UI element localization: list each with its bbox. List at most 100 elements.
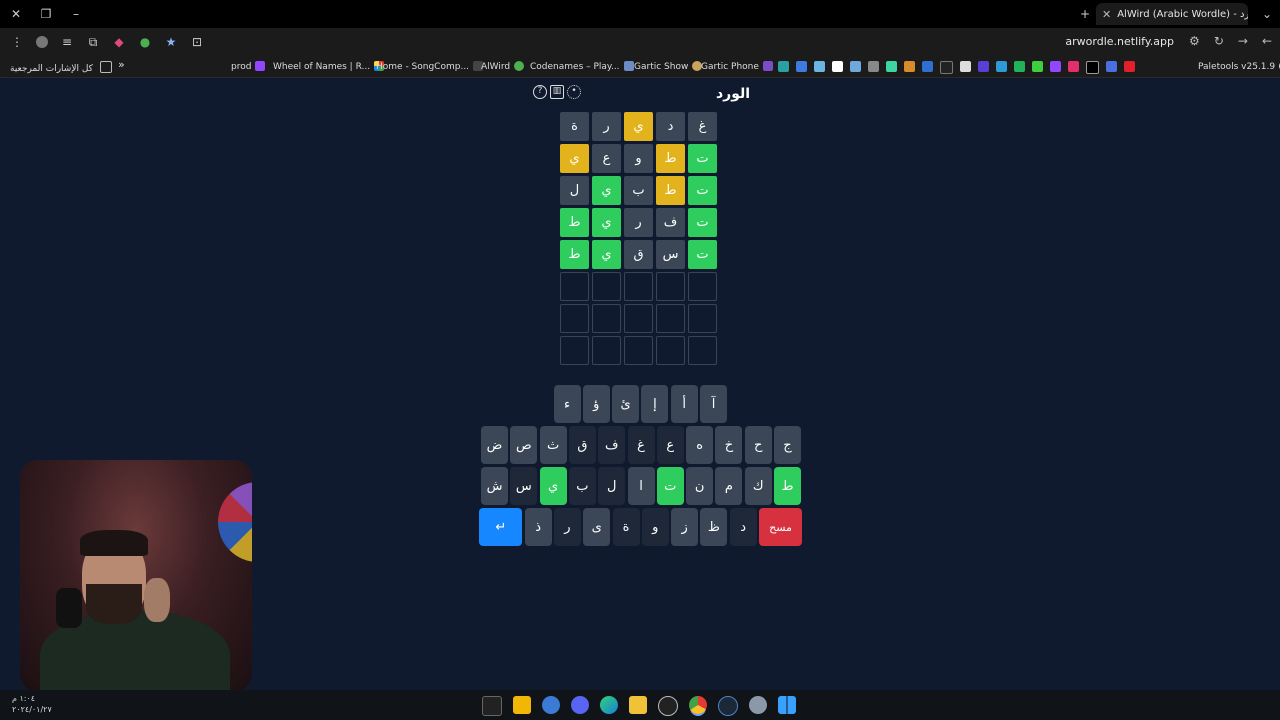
bookmark-icon[interactable]	[832, 61, 843, 72]
keyboard-key[interactable]: ق	[568, 426, 596, 464]
keyboard-key[interactable]: ة	[612, 508, 640, 546]
bookmark-icon[interactable]	[1032, 61, 1043, 72]
keyboard-key[interactable]: ى	[583, 508, 611, 546]
bookmark-icon[interactable]	[996, 61, 1007, 72]
keyboard-key[interactable]: آ	[700, 385, 727, 423]
keyboard-key[interactable]: ر	[553, 508, 581, 546]
bookmark-gartic-phone[interactable]: Gartic Phone	[701, 61, 773, 72]
keyboard-key[interactable]: ذ	[524, 508, 552, 546]
keyboard-key[interactable]: ئ	[612, 385, 640, 423]
keyboard-key[interactable]: ا	[627, 467, 655, 505]
restore-window-icon[interactable]: ❐	[38, 6, 54, 22]
keyboard-key[interactable]: ث	[539, 426, 567, 464]
file-explorer-icon[interactable]	[629, 696, 647, 714]
settings-icon[interactable]: •	[567, 85, 581, 99]
install-app-icon[interactable]: ⊡	[190, 35, 204, 49]
keyboard-key[interactable]: ط	[774, 467, 801, 505]
bookmark-icon[interactable]	[778, 61, 789, 72]
keyboard-key[interactable]: إ	[641, 385, 669, 423]
keyboard-key[interactable]: أ	[670, 385, 698, 423]
bookmark-prod[interactable]: prod	[231, 61, 266, 72]
bookmark-icon[interactable]	[960, 61, 971, 72]
bookmark-icon[interactable]	[1106, 61, 1117, 72]
discord-icon[interactable]	[571, 696, 589, 714]
bookmark-icon[interactable]	[922, 61, 933, 72]
back-icon[interactable]: ←	[1262, 34, 1272, 48]
profile-icon[interactable]	[36, 36, 48, 48]
keyboard-key[interactable]: ب	[568, 467, 596, 505]
bookmark-gartic-show[interactable]: Gartic Show	[634, 61, 703, 72]
x-icon[interactable]	[1086, 61, 1099, 74]
menu-icon[interactable]: ⋮	[10, 35, 24, 49]
keyboard-key[interactable]: ي	[539, 467, 567, 505]
bookmark-icon[interactable]	[868, 61, 879, 72]
twitch-icon[interactable]	[1050, 61, 1061, 72]
keyboard-key[interactable]: ش	[481, 467, 508, 505]
keyboard-key[interactable]: ج	[774, 426, 801, 464]
keyboard-key[interactable]: خ	[715, 426, 743, 464]
bookmark-icon[interactable]	[850, 61, 861, 72]
bookmark-icon[interactable]	[814, 61, 825, 72]
extensions-icon[interactable]: ⧉	[86, 35, 100, 49]
rockstar-icon[interactable]	[513, 696, 531, 714]
keyboard-key[interactable]: ص	[510, 426, 538, 464]
stats-icon[interactable]: ▥	[550, 85, 564, 99]
bookmark-paletools[interactable]: Paletools v25.1.9	[1198, 61, 1280, 72]
help-icon[interactable]: ?	[533, 85, 547, 99]
edge-icon[interactable]	[600, 696, 618, 714]
keyboard-key[interactable]: ض	[481, 426, 508, 464]
taskbar-clock[interactable]: ١:٠٤ م ٢٠٢٤/٠١/٢٧	[12, 693, 52, 715]
chrome-icon[interactable]	[689, 696, 707, 714]
keyboard-key[interactable]: ز	[671, 508, 699, 546]
bookmarks-overflow-button[interactable]: »	[118, 58, 125, 71]
keyboard-key[interactable]: ل	[598, 467, 626, 505]
minimize-window-icon[interactable]: –	[68, 6, 84, 22]
keyboard-key[interactable]: ء	[553, 385, 581, 423]
bookmark-icon[interactable]	[796, 61, 807, 72]
tab-search-icon[interactable]: ⌄	[1259, 6, 1275, 22]
clock-app-icon[interactable]	[658, 696, 678, 716]
game-controller-icon[interactable]	[482, 696, 502, 716]
keyboard-key[interactable]: ت	[656, 467, 684, 505]
close-window-icon[interactable]: ✕	[8, 6, 24, 22]
reload-icon[interactable]: ↻	[1214, 34, 1224, 48]
all-bookmarks[interactable]: كل الإشارات المرجعية	[10, 61, 112, 74]
bookmark-icon[interactable]	[978, 61, 989, 72]
windows-start-icon[interactable]	[778, 696, 796, 714]
keyboard-key[interactable]: ن	[686, 467, 714, 505]
keyboard-key[interactable]: ف	[598, 426, 626, 464]
keyboard-key[interactable]: د	[729, 508, 757, 546]
keyboard-key[interactable]: ؤ	[582, 385, 610, 423]
keyboard-key[interactable]: ع	[656, 426, 684, 464]
bookmark-icon[interactable]	[940, 61, 953, 74]
instagram-icon[interactable]	[1068, 61, 1079, 72]
delete-key[interactable]: مسح	[759, 508, 802, 546]
bookmark-icon[interactable]	[1014, 61, 1025, 72]
keyboard-key[interactable]: ظ	[700, 508, 728, 546]
extension-shield-icon[interactable]: ◆	[112, 35, 126, 49]
keyboard-key[interactable]: م	[715, 467, 743, 505]
settings-gear-icon[interactable]	[749, 696, 767, 714]
keyboard-key[interactable]: ح	[744, 426, 772, 464]
extension-badge-icon[interactable]: ●	[138, 35, 152, 49]
youtube-icon[interactable]	[1124, 61, 1135, 72]
keyboard-key[interactable]: ك	[744, 467, 772, 505]
bookmark-wheel-of-names[interactable]: Wheel of Names | R...	[273, 61, 385, 72]
bookmark-songcomp[interactable]: Home - SongComp...	[376, 61, 484, 72]
bookmark-codenames[interactable]: Codenames – Play...	[530, 61, 634, 72]
bookmark-icon[interactable]	[886, 61, 897, 72]
bookmark-star-icon[interactable]: ★	[164, 35, 178, 49]
keyboard-key[interactable]: غ	[627, 426, 655, 464]
bookmark-icon[interactable]	[904, 61, 915, 72]
reading-list-icon[interactable]: ≡	[60, 35, 74, 49]
keyboard-key[interactable]: و	[641, 508, 669, 546]
site-settings-icon[interactable]: ⚙	[1189, 34, 1200, 48]
steam-icon[interactable]	[718, 696, 738, 716]
app-icon[interactable]	[542, 696, 560, 714]
close-tab-icon[interactable]: ✕	[1102, 8, 1111, 21]
bookmark-alwird[interactable]: AlWird	[481, 61, 525, 72]
enter-key[interactable]: ↵	[479, 508, 523, 546]
forward-icon[interactable]: →	[1238, 34, 1248, 48]
url-text[interactable]: arwordle.netlify.app	[1065, 35, 1174, 48]
keyboard-key[interactable]: س	[510, 467, 538, 505]
